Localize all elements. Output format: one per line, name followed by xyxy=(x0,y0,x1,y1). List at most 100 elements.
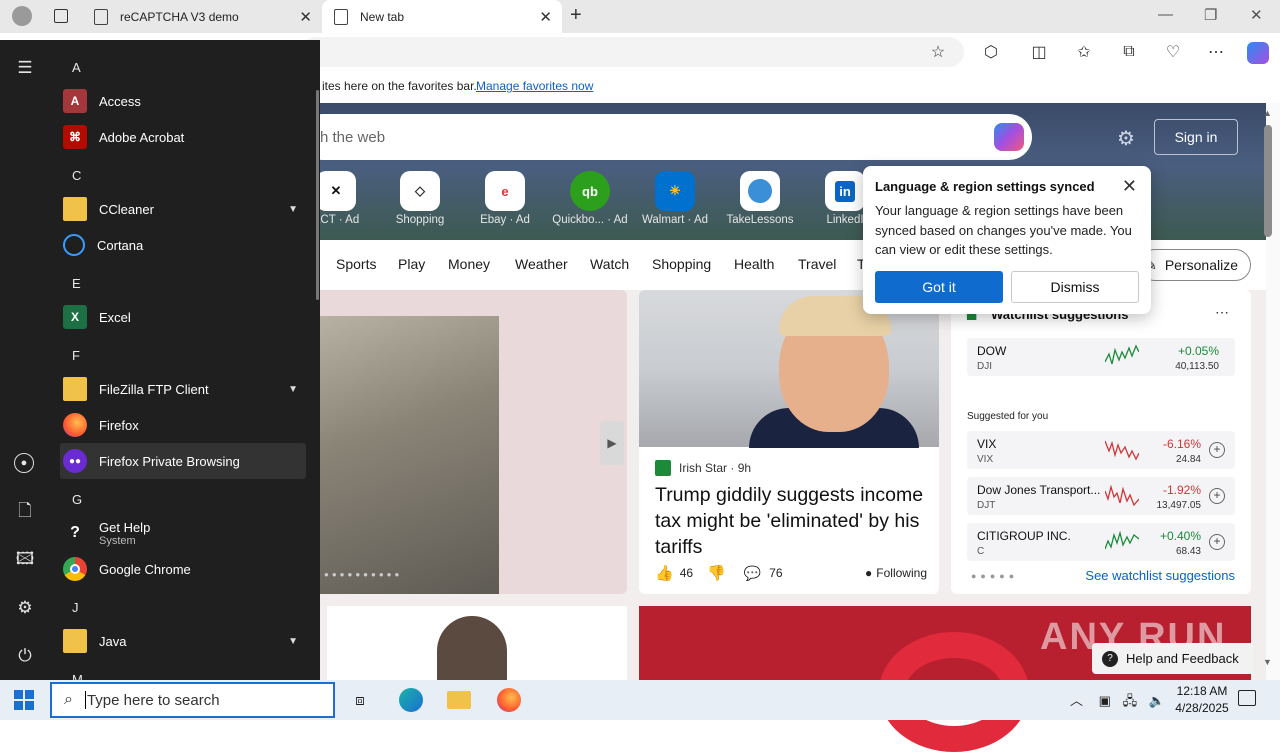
file-explorer-icon[interactable] xyxy=(447,691,471,709)
device-icon[interactable]: ▣ xyxy=(1099,693,1111,708)
group-letter[interactable]: G xyxy=(72,492,82,507)
following-button[interactable]: Following xyxy=(876,566,927,580)
split-screen-icon[interactable]: ◫ xyxy=(1028,42,1050,62)
collections-icon[interactable]: ⧉ xyxy=(1118,42,1140,62)
extensions-icon[interactable]: ⬡ xyxy=(980,42,1002,62)
tab-recaptcha[interactable]: reCAPTCHA V3 demo ✕ xyxy=(82,0,322,33)
close-tab-icon[interactable]: ✕ xyxy=(539,8,552,26)
app-google-chrome[interactable]: Google Chrome xyxy=(60,551,306,587)
dismiss-button[interactable]: Dismiss xyxy=(1011,271,1139,303)
help-feedback-button[interactable]: ? Help and Feedback xyxy=(1092,643,1254,674)
group-letter[interactable]: E xyxy=(72,276,81,291)
nav-play[interactable]: Play xyxy=(398,256,425,272)
quick-link-walmart[interactable]: ✳ Walmart · Ad xyxy=(635,171,715,231)
carousel-card[interactable]: ●●●●●●●●●● xyxy=(300,290,627,594)
tab-new-tab[interactable]: New tab ✕ xyxy=(322,0,562,33)
app-adobe-acrobat[interactable]: ⌘ Adobe Acrobat xyxy=(60,119,306,155)
nav-travel[interactable]: Travel xyxy=(798,256,836,272)
carousel-next-icon[interactable]: ▶ xyxy=(600,421,624,465)
notification-icon[interactable] xyxy=(1238,690,1256,706)
nav-weather[interactable]: Weather xyxy=(515,256,568,272)
app-firefox-private[interactable]: ●● Firefox Private Browsing xyxy=(60,443,306,479)
close-icon[interactable]: ✕ xyxy=(1122,176,1137,197)
copilot-icon[interactable] xyxy=(1247,42,1269,64)
tab-actions-icon[interactable] xyxy=(54,9,68,23)
minimize-icon[interactable]: — xyxy=(1158,6,1173,23)
news-card[interactable]: Irish Star · 9h Trump giddily suggests i… xyxy=(639,290,939,594)
add-stock-icon[interactable]: + xyxy=(1209,488,1225,504)
edge-icon[interactable] xyxy=(399,688,423,712)
close-tab-icon[interactable]: ✕ xyxy=(299,8,312,26)
network-icon[interactable]: 🖧 xyxy=(1123,693,1138,708)
group-letter[interactable]: J xyxy=(72,600,79,615)
quick-link-takelessons[interactable]: TakeLessons xyxy=(720,171,800,231)
volume-icon[interactable]: 🔈 xyxy=(1149,693,1165,708)
sign-in-button[interactable]: Sign in xyxy=(1154,119,1238,155)
app-ccleaner[interactable]: CCleaner ▼ xyxy=(60,191,306,227)
clock-date[interactable]: 4/28/2025 xyxy=(1168,701,1236,715)
favorites-icon[interactable]: ✩ xyxy=(1073,42,1095,62)
quick-link-shopping[interactable]: ◇ Shopping xyxy=(380,171,460,231)
nav-health[interactable]: Health xyxy=(734,256,774,272)
group-letter[interactable]: F xyxy=(72,348,80,363)
chevron-up-icon[interactable]: ︿ xyxy=(1070,693,1083,708)
got-it-button[interactable]: Got it xyxy=(875,271,1003,303)
new-tab-icon[interactable]: + xyxy=(570,4,582,27)
app-firefox[interactable]: Firefox xyxy=(60,407,306,443)
nav-watch[interactable]: Watch xyxy=(590,256,629,272)
performance-icon[interactable]: ♡ xyxy=(1162,42,1184,62)
settings-gear-icon[interactable]: ⚙ xyxy=(1117,126,1135,151)
web-search-box[interactable]: h the web xyxy=(300,114,1032,160)
group-letter[interactable]: M xyxy=(72,672,83,680)
app-get-help[interactable]: ? Get Help System xyxy=(60,515,306,551)
more-options-icon[interactable]: ⋯ xyxy=(1215,304,1229,321)
taskbar-search-box[interactable]: ⌕ Type here to search xyxy=(50,682,335,718)
stock-row[interactable]: Dow Jones Transport... DJT -1.92% 13,497… xyxy=(967,477,1235,515)
nav-sports[interactable]: Sports xyxy=(336,256,376,272)
address-bar[interactable] xyxy=(300,37,964,67)
app-access[interactable]: A Access xyxy=(60,83,306,119)
see-watchlist-link[interactable]: See watchlist suggestions xyxy=(1085,568,1235,583)
group-letter[interactable]: C xyxy=(72,168,81,183)
settings-icon[interactable]: ⚙ xyxy=(14,597,36,619)
restore-icon[interactable]: ❐ xyxy=(1204,6,1217,24)
manage-favorites-link[interactable]: Manage favorites now xyxy=(476,79,593,93)
close-window-icon[interactable]: ✕ xyxy=(1250,6,1263,24)
pager-dots[interactable]: ●●●●● xyxy=(971,571,1018,581)
nav-money[interactable]: Money xyxy=(448,256,490,272)
app-excel[interactable]: X Excel xyxy=(60,299,306,335)
windows-start-icon[interactable] xyxy=(14,690,34,710)
quick-link-quickbooks[interactable]: qb Quickbo... · Ad xyxy=(550,171,630,231)
personalize-button[interactable]: ✎ Personalize xyxy=(1139,249,1251,281)
scroll-up-icon[interactable]: ▲ xyxy=(1263,108,1272,118)
add-stock-icon[interactable]: + xyxy=(1209,534,1225,550)
news-card-secondary[interactable] xyxy=(327,606,627,680)
user-account-icon[interactable]: ● xyxy=(14,453,34,473)
app-cortana[interactable]: Cortana xyxy=(60,227,306,263)
task-view-icon[interactable]: ⧈ xyxy=(348,688,372,712)
documents-icon[interactable]: 🗋 xyxy=(14,501,36,523)
news-headline[interactable]: Trump giddily suggests income tax might … xyxy=(655,482,927,560)
copilot-search-icon[interactable] xyxy=(994,123,1024,151)
pictures-icon[interactable]: 🖾 xyxy=(14,549,36,571)
nav-shopping[interactable]: Shopping xyxy=(652,256,711,272)
group-letter[interactable]: A xyxy=(72,60,81,75)
firefox-taskbar-icon[interactable] xyxy=(497,688,521,712)
stock-row[interactable]: CITIGROUP INC. C +0.40% 68.43 + xyxy=(967,523,1235,561)
add-stock-icon[interactable]: + xyxy=(1209,442,1225,458)
start-menu-scrollbar[interactable] xyxy=(316,90,319,300)
dislike-icon[interactable]: 👎 xyxy=(707,564,726,582)
more-menu-icon[interactable]: ⋯ xyxy=(1205,42,1227,62)
favorite-star-icon[interactable]: ☆ xyxy=(927,42,949,62)
scroll-down-icon[interactable]: ▼ xyxy=(1263,657,1272,667)
app-filezilla[interactable]: FileZilla FTP Client ▼ xyxy=(60,371,306,407)
hamburger-menu-icon[interactable]: ☰ xyxy=(14,57,36,79)
app-java[interactable]: Java ▼ xyxy=(60,623,306,659)
scrollbar-thumb[interactable] xyxy=(1264,125,1272,237)
quick-link-ebay[interactable]: e Ebay · Ad xyxy=(465,171,545,231)
stock-row[interactable]: VIX VIX -6.16% 24.84 + xyxy=(967,431,1235,469)
like-icon[interactable]: 👍 xyxy=(655,564,674,582)
comment-icon[interactable]: 💬 xyxy=(744,565,761,582)
clock-time[interactable]: 12:18 AM xyxy=(1172,684,1232,698)
power-icon[interactable]: ⏻ xyxy=(14,645,36,667)
